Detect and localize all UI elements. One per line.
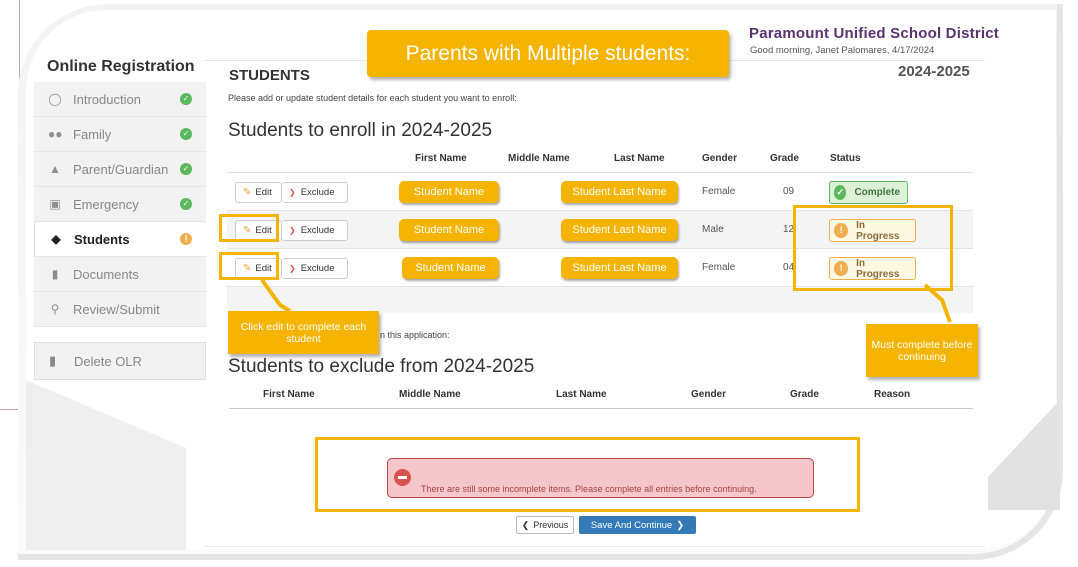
highlight-box xyxy=(219,214,279,242)
column-header-middle-name: Middle Name xyxy=(508,153,570,164)
school-year: 2024-2025 xyxy=(898,63,970,80)
page-title: STUDENTS xyxy=(229,67,310,84)
exclude-button[interactable]: ❯ Exclude xyxy=(282,258,348,279)
gender-cell: Female xyxy=(702,262,736,273)
lightbulb-icon: ◯ xyxy=(48,92,62,106)
sidebar-item-emergency[interactable]: ▣ Emergency ✓ xyxy=(34,187,206,222)
check-icon: ✓ xyxy=(180,198,192,210)
sidebar-item-label: Students xyxy=(74,231,130,247)
edit-button[interactable]: ✎ Edit xyxy=(235,182,282,203)
column-header-last-name: Last Name xyxy=(556,389,607,400)
highlight-box xyxy=(219,252,279,280)
column-header-grade: Grade xyxy=(770,153,799,164)
chevron-down-icon: ❯ xyxy=(289,188,296,197)
district-name: Paramount Unified School District xyxy=(749,25,999,42)
pencil-icon: ✎ xyxy=(243,187,252,198)
graduation-cap-icon: ◆ xyxy=(51,232,61,246)
delete-olr-button[interactable]: ▮ Delete OLR xyxy=(34,342,206,380)
sidebar-item-parent-guardian[interactable]: ▲ Parent/Guardian ✓ xyxy=(34,152,206,187)
sidebar-item-label: Parent/Guardian xyxy=(73,161,169,177)
exclude-instruction: n this application: xyxy=(380,330,450,340)
enroll-section-title: Students to enroll in 2024-2025 xyxy=(228,120,493,141)
check-icon: ✓ xyxy=(180,163,192,175)
check-icon: ✓ xyxy=(834,185,847,200)
sidebar-item-label: Emergency xyxy=(73,196,139,212)
column-header-gender: Gender xyxy=(691,389,727,400)
sidebar-item-label: Documents xyxy=(73,266,139,282)
last-name-cell: Student Last Name xyxy=(561,181,678,203)
check-icon: ✓ xyxy=(180,93,192,105)
annotation-edit-callout: Click edit to complete each student xyxy=(228,311,379,354)
previous-button[interactable]: ❮ Previous xyxy=(516,516,574,534)
first-name-cell: Student Name xyxy=(399,219,499,241)
sidebar-item-label: Review/Submit xyxy=(73,301,160,317)
first-name-cell: Student Name xyxy=(402,257,499,279)
search-icon: ⚲ xyxy=(50,302,60,316)
column-header-reason: Reason xyxy=(874,389,911,400)
user-icon: ▲ xyxy=(49,162,61,176)
delete-olr-label: Delete OLR xyxy=(74,353,142,369)
gender-cell: Male xyxy=(702,224,724,235)
trash-icon: ▮ xyxy=(49,353,57,368)
last-name-cell: Student Last Name xyxy=(561,219,678,241)
greeting: Good morning, Janet Palomares, 4/17/2024 xyxy=(750,45,935,56)
sidebar-item-introduction[interactable]: ◯ Introduction ✓ xyxy=(34,82,206,117)
sidebar: Online Registration ◯ Introduction ✓ ●● … xyxy=(34,48,206,380)
chevron-left-icon: ❮ xyxy=(521,519,530,530)
highlight-box xyxy=(315,437,860,512)
status-badge: ✓ Complete xyxy=(829,181,908,204)
chevron-down-icon: ❯ xyxy=(289,264,296,273)
check-icon: ✓ xyxy=(180,128,192,140)
divider xyxy=(205,546,985,547)
highlight-box xyxy=(793,205,953,291)
annotation-title: Parents with Multiple students: xyxy=(367,30,729,77)
warning-icon: ! xyxy=(180,233,192,245)
save-and-continue-button[interactable]: Save And Continue ❯ xyxy=(579,516,696,534)
annotation-status-callout: Must complete before continuing xyxy=(866,324,978,377)
column-header-last-name: Last Name xyxy=(614,153,665,164)
sidebar-title: Online Registration xyxy=(47,58,195,75)
exclude-button[interactable]: ❯ Exclude xyxy=(282,182,348,203)
last-name-cell: Student Last Name xyxy=(561,257,678,279)
sidebar-item-family[interactable]: ●● Family ✓ xyxy=(34,117,206,152)
sidebar-item-label: Family xyxy=(73,126,112,142)
instruction-text: Please add or update student details for… xyxy=(228,93,517,103)
sidebar-item-documents[interactable]: ▮ Documents xyxy=(34,257,206,292)
decorative-frame-line xyxy=(0,0,20,410)
column-header-grade: Grade xyxy=(790,389,819,400)
column-header-first-name: First Name xyxy=(415,153,467,164)
sidebar-item-students[interactable]: ◆ Students ! xyxy=(34,222,206,257)
column-header-status: Status xyxy=(830,153,861,164)
first-name-cell: Student Name xyxy=(399,181,499,203)
chevron-right-icon: ❯ xyxy=(676,519,685,531)
exclude-section-title: Students to exclude from 2024-2025 xyxy=(228,356,535,377)
gender-cell: Female xyxy=(702,186,736,197)
ambulance-icon: ▣ xyxy=(49,197,61,211)
column-header-gender: Gender xyxy=(702,153,738,164)
users-icon: ●● xyxy=(48,127,63,141)
exclude-button[interactable]: ❯ Exclude xyxy=(282,220,348,241)
column-header-middle-name: Middle Name xyxy=(399,389,461,400)
grade-cell: 09 xyxy=(783,186,795,197)
chevron-down-icon: ❯ xyxy=(289,226,296,235)
file-icon: ▮ xyxy=(51,267,59,281)
sidebar-item-review-submit[interactable]: ⚲ Review/Submit xyxy=(34,292,206,327)
divider xyxy=(229,408,973,409)
column-header-first-name: First Name xyxy=(263,389,315,400)
sidebar-item-label: Introduction xyxy=(73,91,141,107)
